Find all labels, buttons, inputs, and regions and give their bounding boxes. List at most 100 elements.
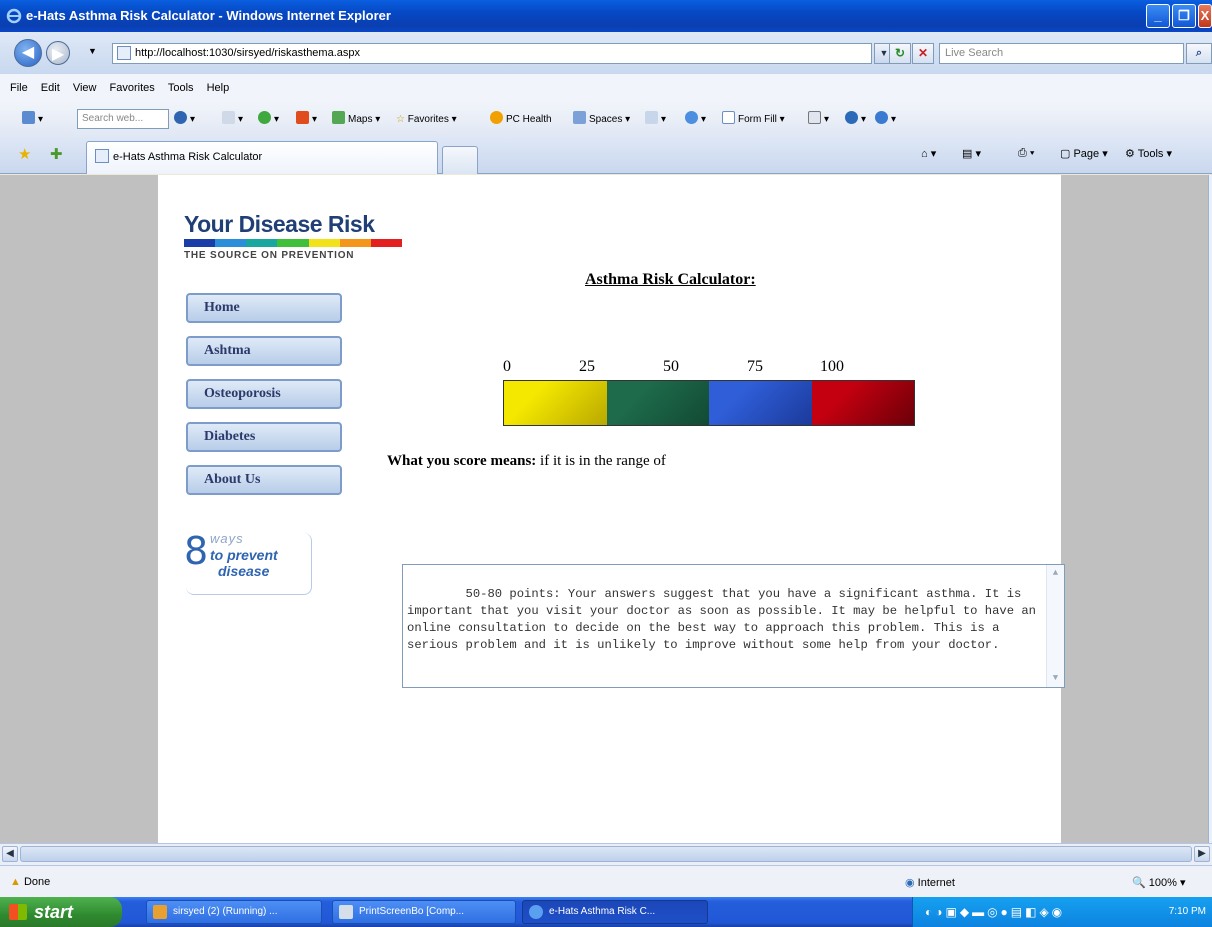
logo-color-segment	[277, 239, 309, 247]
vm-icon	[153, 905, 167, 919]
menu-view[interactable]: View	[73, 74, 97, 102]
gauge-segment	[811, 381, 914, 425]
minimize-button[interactable]: _	[1146, 4, 1170, 28]
toolbar-search-icon[interactable]: ▾	[174, 111, 195, 129]
title-bar: e-Hats Asthma Risk Calculator - Windows …	[0, 0, 1212, 32]
ways-line1: ways	[210, 531, 244, 546]
close-button[interactable]: X	[1198, 4, 1212, 28]
horizontal-scrollbar[interactable]: ◀ ▶	[0, 843, 1212, 865]
eight-ways-badge[interactable]: 8 ways to prevent disease	[184, 529, 312, 595]
toolbar-form-fill-button[interactable]: Form Fill ▾	[722, 111, 785, 129]
menu-favorites[interactable]: Favorites	[110, 74, 155, 102]
toolbar-mail-button[interactable]: ▾	[645, 111, 666, 129]
start-button[interactable]: start	[0, 897, 122, 927]
result-textarea[interactable]: 50-80 points: Your answers suggest that …	[402, 564, 1065, 688]
feeds-icon[interactable]: ▤ ▾	[962, 147, 981, 160]
home-icon[interactable]: ⌂ ▾	[921, 147, 936, 160]
logo-color-segment	[308, 239, 340, 247]
task-sirsyed[interactable]: sirsyed (2) (Running) ...	[146, 900, 322, 924]
stop-button[interactable]: ✕	[912, 43, 934, 64]
scroll-down-icon[interactable]: ▼	[1049, 672, 1062, 685]
menu-help[interactable]: Help	[207, 74, 230, 102]
nav-asthma-button[interactable]: Ashtma	[186, 336, 342, 366]
nav-diabetes-button[interactable]: Diabetes	[186, 422, 342, 452]
logo-color-bar	[184, 239, 402, 247]
toolbar-favorites-button[interactable]: ☆ Favorites ▾	[396, 111, 457, 129]
tools-menu-label: Tools	[1137, 148, 1164, 160]
ie-window: e-Hats Asthma Risk Calculator - Windows …	[0, 0, 1212, 927]
toolbar-people-button[interactable]: ▾	[685, 111, 706, 129]
logo-title: Your Disease Risk	[184, 211, 375, 237]
favorites-star-icon: ☆	[396, 114, 405, 125]
tab-page-icon	[95, 149, 109, 163]
spaces-label: Spaces	[589, 114, 623, 125]
nav-osteoporosis-button[interactable]: Osteoporosis	[186, 379, 342, 409]
page-icon	[808, 111, 821, 124]
menu-file[interactable]: File	[10, 74, 28, 102]
forward-button[interactable]: ▶	[46, 41, 70, 65]
security-zone[interactable]: ◉ Internet	[905, 876, 955, 889]
search-go-button[interactable]: ⌕	[1186, 43, 1212, 64]
form-fill-icon	[722, 111, 735, 124]
page-menu-button[interactable]: ▢ Page ▾	[1060, 147, 1108, 160]
tray-icons[interactable]: ◐◑▣◆▬◎●▤◧◈◉	[925, 905, 1065, 919]
toolbar-messenger-icon[interactable]: ▾	[296, 111, 317, 129]
menu-edit[interactable]: Edit	[41, 74, 60, 102]
windows-flag-icon	[9, 904, 27, 920]
zoom-level[interactable]: 🔍 100% ▾	[1132, 876, 1185, 889]
toolbar-help-button[interactable]: ▾	[875, 111, 896, 129]
toolbar-green-icon[interactable]: ▾	[258, 111, 279, 129]
page-menu-label: Page	[1073, 148, 1100, 160]
logo-color-segment	[370, 239, 402, 247]
tools-menu-button[interactable]: ⚙ Tools ▾	[1125, 147, 1172, 160]
app-icon	[339, 905, 353, 919]
toolbar-search-input[interactable]: Search web...	[77, 109, 169, 129]
task-printscreen[interactable]: PrintScreenBo [Comp...	[332, 900, 516, 924]
links-toolbar: ▾ Search web... ▾ ▾ ▾ ▾ Maps ▾ ☆ Favorit…	[0, 102, 1212, 136]
task-ie[interactable]: e-Hats Asthma Risk C...	[522, 900, 708, 924]
favorites-center-icon[interactable]: ★	[18, 145, 31, 163]
zone-text: Internet	[917, 877, 955, 889]
toolbar-spaces-button[interactable]: Spaces ▾	[573, 111, 630, 129]
risk-gauge	[503, 380, 915, 426]
menu-tools[interactable]: Tools	[168, 74, 194, 102]
nav-about-us-button[interactable]: About Us	[186, 465, 342, 495]
print-icon[interactable]: ⎙ ▾	[1018, 147, 1034, 160]
people-icon	[685, 111, 698, 124]
status-done-text: Done	[23, 876, 51, 888]
site-logo[interactable]: Your Disease Risk THE SOURCE ON PREVENTI…	[184, 211, 404, 271]
scroll-up-icon[interactable]: ▲	[1049, 567, 1062, 580]
scroll-right-icon[interactable]: ▶	[1194, 846, 1210, 862]
toolbar-page-button[interactable]: ▾	[808, 111, 829, 129]
toolbar-pc-health-button[interactable]: PC Health	[490, 111, 552, 129]
spaces-icon	[573, 111, 586, 124]
start-label: start	[34, 902, 74, 922]
back-button[interactable]: ◀	[14, 39, 42, 67]
add-favorites-icon[interactable]: ✚	[50, 145, 63, 163]
scale-label-0: 0	[503, 358, 511, 375]
nav-home-button[interactable]: Home	[186, 293, 342, 323]
page-content: Your Disease Risk THE SOURCE ON PREVENTI…	[158, 175, 1065, 843]
live-search-input[interactable]: Live Search	[939, 43, 1184, 64]
window-title: e-Hats Asthma Risk Calculator - Windows …	[26, 8, 391, 23]
horizontal-scroll-thumb[interactable]	[20, 846, 1192, 862]
toolbar-maps-button[interactable]: Maps ▾	[332, 111, 380, 129]
result-scrollbar[interactable]: ▲ ▼	[1046, 565, 1064, 687]
toolbar-mail-icon[interactable]: ▾	[222, 111, 243, 129]
url-field[interactable]: http://localhost:1030/sirsyed/riskasthem…	[112, 43, 872, 64]
ways-line3: disease	[218, 563, 270, 579]
logo-color-segment	[184, 239, 216, 247]
refresh-button[interactable]: ↻	[889, 43, 911, 64]
scroll-left-icon[interactable]: ◀	[2, 846, 18, 862]
toolbar-app-icon[interactable]: ▾	[22, 111, 43, 129]
ways-number: 8	[184, 529, 209, 573]
calculator-title: Asthma Risk Calculator:	[585, 271, 756, 288]
vertical-scrollbar[interactable]	[1208, 175, 1212, 843]
ways-line2: to prevent	[210, 547, 278, 563]
tab-active[interactable]: e-Hats Asthma Risk Calculator	[86, 141, 438, 174]
maximize-button[interactable]: ❐	[1172, 4, 1196, 28]
toolbar-globe-button[interactable]: ▾	[845, 111, 866, 129]
logo-color-segment	[246, 239, 278, 247]
new-tab-button[interactable]	[442, 146, 478, 174]
history-dropdown-icon[interactable]: ▼	[88, 46, 97, 56]
